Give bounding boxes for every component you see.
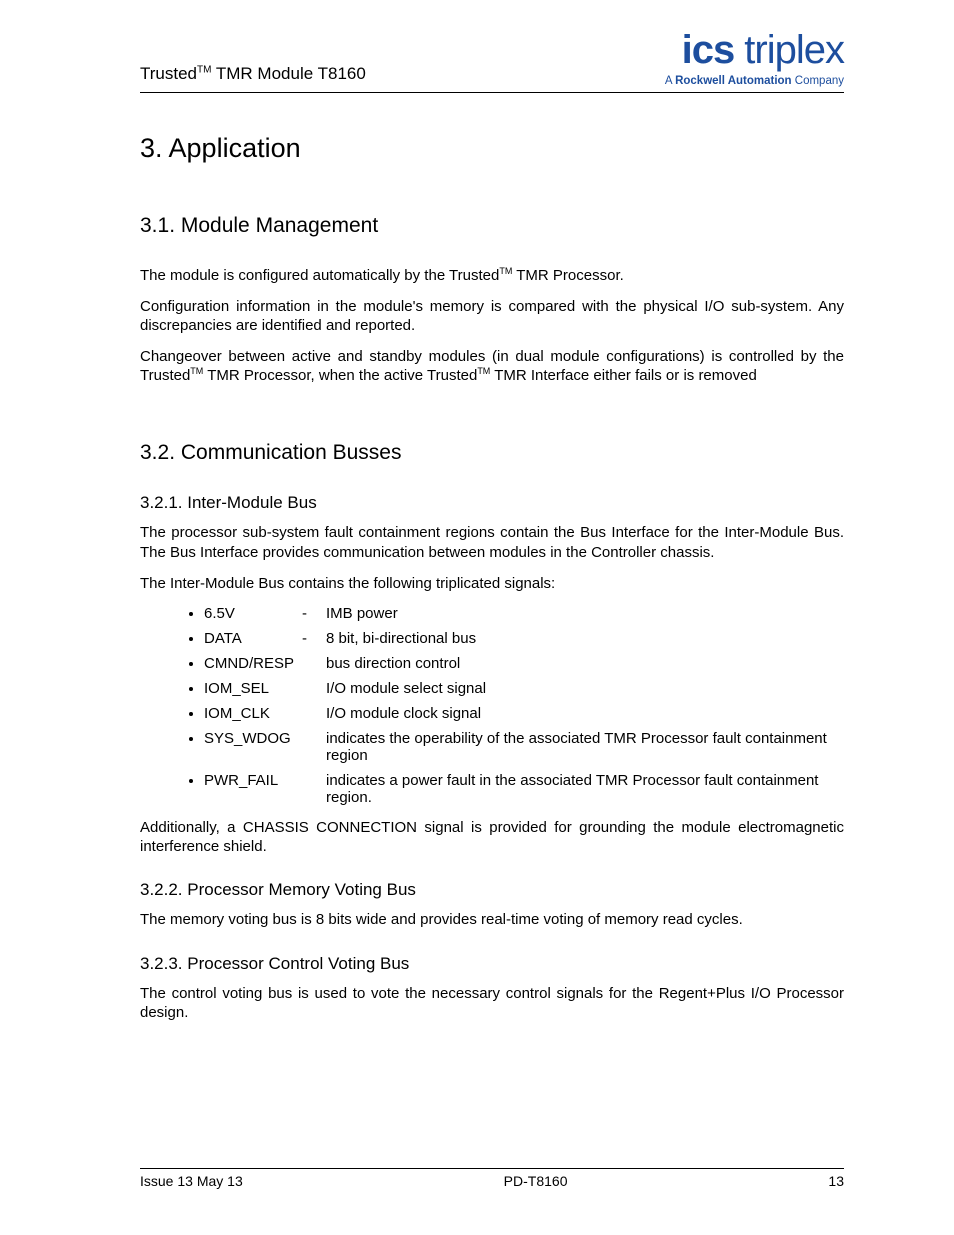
signal-desc: indicates the operability of the associa… (326, 730, 844, 764)
signal-item: PWR_FAILindicates a power fault in the a… (204, 772, 844, 806)
brand-sub-prefix: A (665, 75, 675, 87)
page-header: TrustedTM TMR Module T8160 ics triplex A… (140, 30, 844, 93)
signal-item: SYS_WDOGindicates the operability of the… (204, 730, 844, 764)
doc-title-tm: TM (197, 64, 211, 75)
tm-mark: TM (477, 366, 490, 376)
signal-desc: bus direction control (326, 655, 844, 672)
paragraph: The processor sub-system fault containme… (140, 523, 844, 561)
signal-desc: IMB power (326, 605, 844, 622)
footer-page-number: 13 (828, 1173, 844, 1189)
signal-desc: I/O module select signal (326, 680, 844, 697)
paragraph: The module is configured automatically b… (140, 266, 844, 285)
signal-dash: - (302, 605, 326, 622)
signal-list: 6.5V-IMB power DATA-8 bit, bi-directional… (140, 605, 844, 806)
paragraph: The control voting bus is used to vote t… (140, 984, 844, 1022)
signal-desc: indicates a power fault in the associate… (326, 772, 844, 806)
signal-desc: I/O module clock signal (326, 705, 844, 722)
signal-name: CMND/RESP (204, 655, 326, 672)
signal-item: IOM_SELI/O module select signal (204, 680, 844, 697)
text: TMR Processor, when the active Trusted (203, 367, 477, 384)
page: TrustedTM TMR Module T8160 ics triplex A… (0, 0, 954, 1235)
doc-title-prefix: Trusted (140, 64, 197, 83)
doc-title-suffix: TMR Module T8160 (211, 64, 365, 83)
brand-logo: ics triplex A Rockwell Automation Compan… (665, 30, 844, 88)
paragraph: The Inter-Module Bus contains the follow… (140, 574, 844, 593)
signal-name: IOM_SEL (204, 680, 326, 697)
brand-subtitle: A Rockwell Automation Company (665, 76, 844, 88)
paragraph: Configuration information in the module'… (140, 297, 844, 335)
paragraph: Changeover between active and standby mo… (140, 347, 844, 385)
heading-3-memory-voting-bus: 3.2.2. Processor Memory Voting Bus (140, 880, 844, 900)
text: The module is configured automatically b… (140, 267, 499, 284)
brand-main: ics triplex (665, 30, 844, 70)
text: TMR Processor. (512, 267, 623, 284)
signal-name: PWR_FAIL (204, 772, 326, 789)
heading-2-module-management: 3.1. Module Management (140, 214, 844, 238)
heading-2-communication-busses: 3.2. Communication Busses (140, 441, 844, 465)
signal-desc: 8 bit, bi-directional bus (326, 630, 844, 647)
brand-sub-bold: Rockwell Automation (675, 75, 792, 87)
signal-item: CMND/RESPbus direction control (204, 655, 844, 672)
signal-name: 6.5V (204, 605, 302, 622)
heading-3-control-voting-bus: 3.2.3. Processor Control Voting Bus (140, 954, 844, 974)
doc-title: TrustedTM TMR Module T8160 (140, 64, 366, 88)
signal-item: IOM_CLKI/O module clock signal (204, 705, 844, 722)
brand-ics: ics (682, 28, 735, 72)
signal-name: IOM_CLK (204, 705, 326, 722)
tm-mark: TM (190, 366, 203, 376)
paragraph: The memory voting bus is 8 bits wide and… (140, 910, 844, 929)
footer-doc-id: PD-T8160 (504, 1173, 568, 1189)
heading-3-inter-module-bus: 3.2.1. Inter-Module Bus (140, 493, 844, 513)
signal-item: 6.5V-IMB power (204, 605, 844, 622)
signal-item: DATA-8 bit, bi-directional bus (204, 630, 844, 647)
tm-mark: TM (499, 266, 512, 276)
signal-name: SYS_WDOG (204, 730, 326, 747)
brand-sub-suffix: Company (792, 75, 844, 87)
signal-dash: - (302, 630, 326, 647)
footer-issue: Issue 13 May 13 (140, 1173, 243, 1189)
brand-triplex: triplex (734, 28, 844, 72)
signal-name: DATA (204, 630, 302, 647)
heading-1: 3. Application (140, 133, 844, 164)
text: TMR Interface either fails or is removed (490, 367, 756, 384)
paragraph: Additionally, a CHASSIS CONNECTION signa… (140, 818, 844, 856)
section-3-2: 3.2. Communication Busses 3.2.1. Inter-M… (140, 441, 844, 1022)
page-footer: Issue 13 May 13 PD-T8160 13 (140, 1168, 844, 1189)
